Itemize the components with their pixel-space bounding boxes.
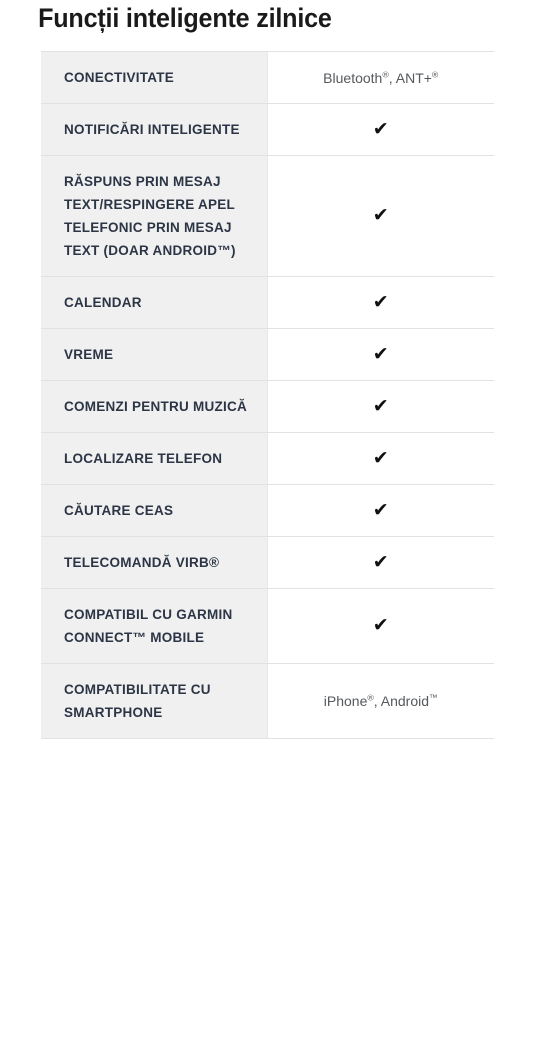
table-row: TELECOMANDĂ VIRB® ✔: [41, 536, 494, 589]
table-row: CONECTIVITATE Bluetooth®, ANT+®: [41, 51, 494, 104]
spec-value-cell: ✔: [267, 432, 494, 485]
spec-value-cell: ✔: [267, 484, 494, 537]
spec-value-cell: ✔: [267, 380, 494, 433]
spec-label-cell: CĂUTARE CEAS: [41, 484, 268, 537]
spec-value-cell: ✔: [267, 328, 494, 381]
spec-value-cell: ✔: [267, 276, 494, 329]
table-row: COMPATIBILITATE CU SMARTPHONE iPhone®, An…: [41, 663, 494, 739]
checkmark-icon: ✔: [372, 614, 389, 636]
checkmark-icon: ✔: [372, 117, 389, 140]
checkmark-icon: ✔: [372, 498, 389, 521]
table-row: RĂSPUNS PRIN MESAJ TEXT/RESPINGERE APEL …: [41, 155, 494, 277]
spec-value-cell: ✔: [267, 155, 494, 277]
checkmark-icon: ✔: [372, 342, 389, 365]
spec-value-cell: Bluetooth®, ANT+®: [267, 51, 494, 104]
table-row: CĂUTARE CEAS ✔: [41, 484, 494, 537]
table-row: CALENDAR ✔: [41, 276, 494, 329]
smart-features-spec-table: CONECTIVITATE Bluetooth®, ANT+® NOTIFICĂRI…: [41, 51, 494, 739]
trademark-symbol: ®: [431, 68, 439, 79]
spec-value-cell: ✔: [267, 588, 494, 664]
table-row: VREME ✔: [41, 328, 494, 381]
trademark-symbol: ™: [429, 692, 438, 703]
spec-value-cell: iPhone®, Android™: [267, 663, 494, 739]
spec-page: Funcții inteligente zilnice CONECTIVITAT…: [0, 0, 540, 1052]
table-row: COMENZI PENTRU MUZICĂ ✔: [41, 380, 494, 433]
table-row: NOTIFICĂRI INTELIGENTE ✔: [41, 103, 494, 156]
value-text-segment: Bluetooth: [323, 69, 383, 86]
checkmark-icon: ✔: [372, 204, 389, 226]
table-row: COMPATIBIL CU GARMIN CONNECT™ MOBILE ✔: [41, 588, 494, 664]
spec-value-cell: ✔: [267, 536, 494, 589]
value-text-segment: iPhone: [323, 693, 368, 709]
spec-label-cell: COMPATIBILITATE CU SMARTPHONE: [41, 663, 268, 739]
spec-value-cell: ✔: [267, 103, 494, 156]
table-row: LOCALIZARE TELEFON ✔: [41, 432, 494, 485]
spec-label-cell: TELECOMANDĂ VIRB®: [41, 536, 268, 589]
spec-table-container: CONECTIVITATE Bluetooth®, ANT+® NOTIFICĂRI…: [41, 51, 494, 739]
spec-label-cell: RĂSPUNS PRIN MESAJ TEXT/RESPINGERE APEL …: [41, 155, 268, 277]
spec-label-cell: CALENDAR: [41, 276, 268, 329]
checkmark-icon: ✔: [372, 290, 389, 313]
spec-label-cell: LOCALIZARE TELEFON: [41, 432, 268, 485]
value-text-segment: , Android: [373, 693, 430, 709]
spec-table-body: CONECTIVITATE Bluetooth®, ANT+® NOTIFICĂRI…: [41, 51, 494, 739]
page-title: Funcții inteligente zilnice: [38, 3, 332, 33]
spec-label-cell: VREME: [41, 328, 268, 381]
spec-label-cell: COMENZI PENTRU MUZICĂ: [41, 380, 268, 433]
spec-label-cell: COMPATIBIL CU GARMIN CONNECT™ MOBILE: [41, 588, 268, 664]
checkmark-icon: ✔: [372, 446, 389, 469]
checkmark-icon: ✔: [372, 394, 389, 417]
value-text-segment: , ANT+: [388, 69, 432, 86]
spec-label-cell: CONECTIVITATE: [41, 51, 268, 104]
checkmark-icon: ✔: [372, 550, 389, 573]
spec-label-cell: NOTIFICĂRI INTELIGENTE: [41, 103, 268, 156]
